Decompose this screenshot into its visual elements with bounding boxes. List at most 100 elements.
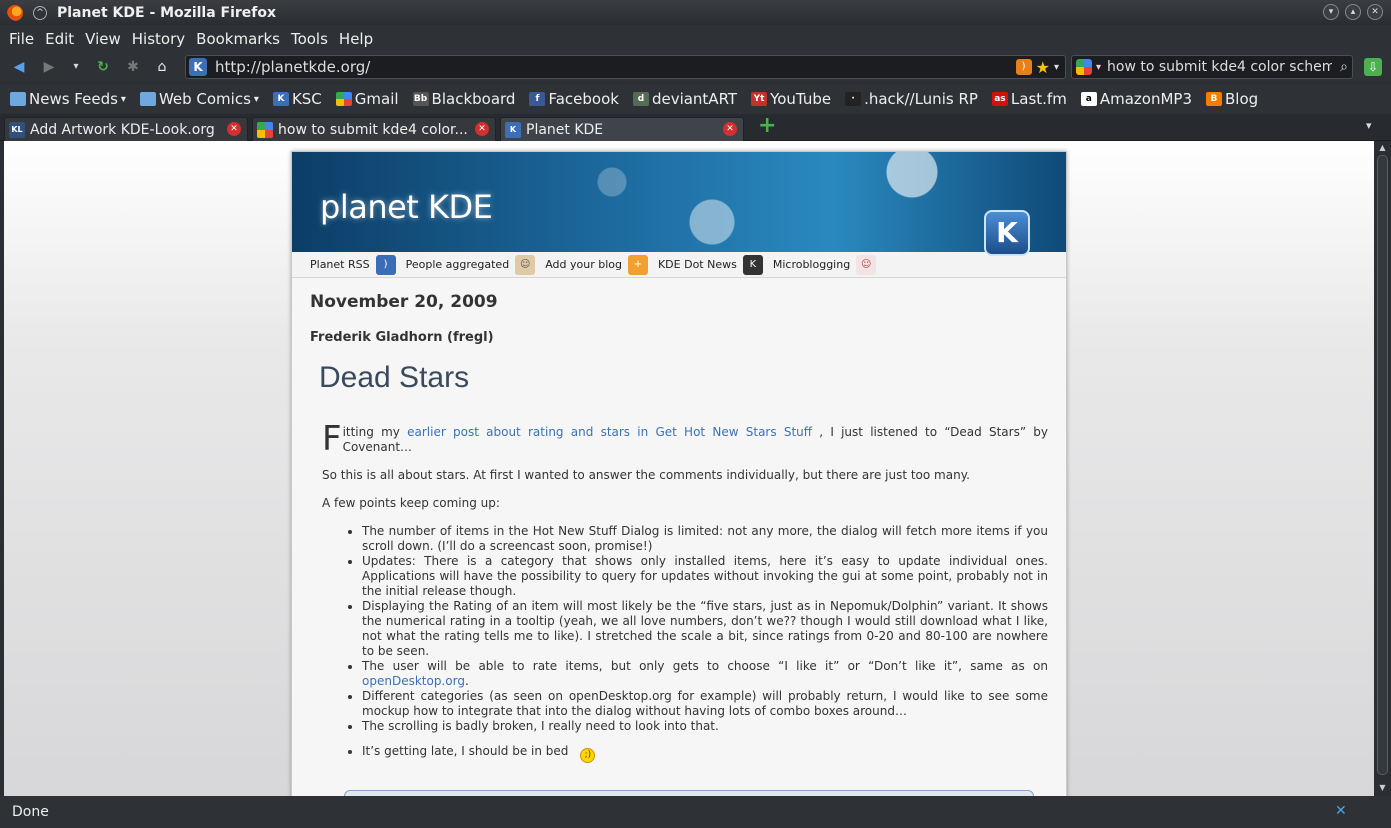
blogger-icon: B bbox=[1205, 92, 1222, 106]
add-feed-icon: + bbox=[627, 254, 648, 275]
post-date: November 20, 2009 bbox=[310, 292, 498, 312]
ksc-icon: K bbox=[272, 92, 289, 106]
subnav-add-your-blog[interactable]: Add your blog + bbox=[545, 254, 648, 275]
status-bar: Done ✕ bbox=[0, 796, 1391, 828]
people-icon: ☺ bbox=[856, 254, 877, 275]
subnav-planet-rss[interactable]: Planet RSS) bbox=[310, 254, 396, 275]
stop-icon[interactable]: ✱ bbox=[124, 58, 142, 76]
tab-list-chevron-icon[interactable]: ▾ bbox=[1366, 119, 1372, 132]
rss-icon: ) bbox=[375, 254, 396, 275]
bookmark-deviantart[interactable]: d deviantART bbox=[632, 90, 737, 108]
hack-icon: · bbox=[845, 92, 862, 106]
scrollbar-thumb[interactable] bbox=[1377, 155, 1388, 775]
bookmark-news-feeds[interactable]: News Feeds ▾ bbox=[10, 90, 126, 108]
menu-bar: File Edit View History Bookmarks Tools H… bbox=[0, 25, 1391, 52]
list-item: It’s getting late, I should be in bed;) bbox=[362, 744, 1048, 763]
close-window-button[interactable]: ✕ bbox=[1367, 4, 1383, 20]
bookmark-youtube[interactable]: Yt YouTube bbox=[751, 90, 831, 108]
bookmark-blackboard[interactable]: Bb Blackboard bbox=[412, 90, 515, 108]
list-item: Displaying the Rating of an item will mo… bbox=[362, 599, 1048, 659]
menu-edit[interactable]: Edit bbox=[45, 30, 74, 48]
history-dropdown-icon[interactable]: ▾ bbox=[67, 58, 85, 76]
paragraph-points: A few points keep coming up: bbox=[322, 496, 500, 510]
search-input[interactable] bbox=[1107, 59, 1333, 75]
search-bar[interactable]: ▾ ⌕ bbox=[1071, 55, 1353, 79]
post-author[interactable]: Frederik Gladhorn (fregl) bbox=[310, 330, 1048, 345]
blackboard-icon: Bb bbox=[412, 92, 429, 106]
status-text: Done bbox=[12, 804, 49, 820]
menu-history[interactable]: History bbox=[132, 30, 185, 48]
google-search-engine-icon[interactable] bbox=[1076, 59, 1092, 75]
addon-status-icon[interactable]: ✕ bbox=[1335, 803, 1351, 819]
subnav-kde-dot-news[interactable]: KDE Dot News K bbox=[658, 254, 763, 275]
blog-post: November 20, 2009 Frederik Gladhorn (fre… bbox=[292, 278, 1066, 407]
keep-above-icon[interactable]: ^ bbox=[33, 5, 47, 20]
page-viewport: planet KDE K Planet RSS) People aggregat… bbox=[4, 141, 1374, 796]
search-engine-dropdown-icon[interactable]: ▾ bbox=[1096, 62, 1101, 73]
firefox-icon[interactable] bbox=[7, 4, 23, 21]
download-icon[interactable]: ⇩ bbox=[1364, 58, 1382, 76]
bookmark-amazonmp3[interactable]: a AmazonMP3 bbox=[1080, 90, 1192, 108]
menu-tools[interactable]: Tools bbox=[291, 30, 328, 48]
home-icon[interactable]: ⌂ bbox=[153, 58, 171, 76]
post-title[interactable]: Dead Stars bbox=[319, 361, 1048, 395]
bookmark-hack-lunis-rp[interactable]: · .hack//Lunis RP bbox=[845, 90, 978, 108]
url-text[interactable]: http://planetkde.org/ bbox=[215, 58, 1016, 76]
kde-dot-icon: K bbox=[742, 254, 763, 275]
bookmarks-toolbar: News Feeds ▾ Web Comics ▾ K KSC Gmail Bb Bla… bbox=[0, 84, 1391, 114]
close-tab-icon[interactable]: ✕ bbox=[227, 122, 241, 136]
list-item: The user will be able to rate items, but… bbox=[362, 659, 1048, 689]
chevron-down-icon: ▾ bbox=[120, 93, 126, 105]
scroll-down-icon[interactable]: ▼ bbox=[1377, 783, 1388, 794]
planet-kde-page: planet KDE K Planet RSS) People aggregat… bbox=[291, 151, 1067, 796]
new-tab-plus-icon[interactable]: + bbox=[758, 115, 776, 137]
subnav-microblogging[interactable]: Microblogging ☺ bbox=[773, 254, 877, 275]
list-item: Different categories (as seen on openDes… bbox=[362, 689, 1048, 719]
forward-arrow-icon[interactable]: ▶ bbox=[40, 58, 58, 76]
reload-icon[interactable]: ↻ bbox=[94, 58, 112, 76]
bookmark-star-icon[interactable]: ★ bbox=[1036, 58, 1050, 77]
bookmark-lastfm[interactable]: as Last.fm bbox=[991, 90, 1067, 108]
tab-kde-look[interactable]: KL Add Artwork KDE-Look.org ✕ bbox=[4, 117, 248, 141]
url-bar[interactable]: K http://planetkde.org/ ) ★ ▾ bbox=[185, 55, 1066, 79]
window-title: Planet KDE - Mozilla Firefox bbox=[57, 4, 277, 21]
bookmark-ksc[interactable]: K KSC bbox=[272, 90, 322, 108]
magnifier-icon[interactable]: ⌕ bbox=[1340, 59, 1348, 75]
banner-logo-text: planet KDE bbox=[320, 188, 493, 226]
intro-paragraph: Fitting my earlier post about rating and… bbox=[322, 419, 1049, 459]
drop-cap: F bbox=[322, 419, 342, 459]
kde-logo-icon: K bbox=[984, 210, 1030, 256]
earlier-post-link[interactable]: earlier post about rating and stars in G… bbox=[407, 425, 812, 439]
google-icon bbox=[335, 92, 352, 106]
list-item: Updates: There is a category that shows … bbox=[362, 554, 1048, 599]
scroll-up-icon[interactable]: ▲ bbox=[1377, 143, 1388, 154]
opendesktop-link[interactable]: openDesktop.org bbox=[362, 674, 465, 688]
bookmark-gmail[interactable]: Gmail bbox=[335, 90, 399, 108]
menu-help[interactable]: Help bbox=[339, 30, 373, 48]
back-arrow-icon[interactable]: ◀ bbox=[10, 58, 28, 76]
tab-google-search[interactable]: how to submit kde4 color... ✕ bbox=[252, 117, 496, 141]
subnav-people-aggregated[interactable]: People aggregated ☺ bbox=[406, 254, 536, 275]
wink-smiley-icon: ;) bbox=[580, 748, 596, 763]
bookmark-facebook[interactable]: f Facebook bbox=[529, 90, 619, 108]
kde-icon: K bbox=[505, 121, 521, 138]
lastfm-icon: as bbox=[991, 92, 1008, 106]
menu-file[interactable]: File bbox=[9, 30, 34, 48]
bookmark-web-comics[interactable]: Web Comics ▾ bbox=[139, 90, 259, 108]
minimize-button[interactable]: ▾ bbox=[1323, 4, 1339, 20]
menu-bookmarks[interactable]: Bookmarks bbox=[196, 30, 280, 48]
vertical-scrollbar[interactable]: ▲ ▼ bbox=[1374, 141, 1391, 796]
google-icon bbox=[257, 121, 273, 138]
tab-planet-kde[interactable]: K Planet KDE ✕ bbox=[500, 117, 744, 141]
list-item: The scrolling is badly broken, I really … bbox=[362, 719, 1048, 734]
rss-feed-icon[interactable]: ) bbox=[1015, 59, 1032, 75]
bookmark-blog[interactable]: B Blog bbox=[1205, 90, 1258, 108]
planet-kde-banner[interactable]: planet KDE K bbox=[292, 152, 1066, 256]
menu-view[interactable]: View bbox=[85, 30, 121, 48]
maximize-button[interactable]: ▴ bbox=[1345, 4, 1361, 20]
close-tab-icon[interactable]: ✕ bbox=[723, 122, 737, 136]
folder-icon bbox=[10, 92, 26, 106]
tab-bar: KL Add Artwork KDE-Look.org ✕ how to sub… bbox=[0, 114, 1391, 141]
close-tab-icon[interactable]: ✕ bbox=[475, 122, 489, 136]
url-dropdown-icon[interactable]: ▾ bbox=[1054, 62, 1059, 73]
